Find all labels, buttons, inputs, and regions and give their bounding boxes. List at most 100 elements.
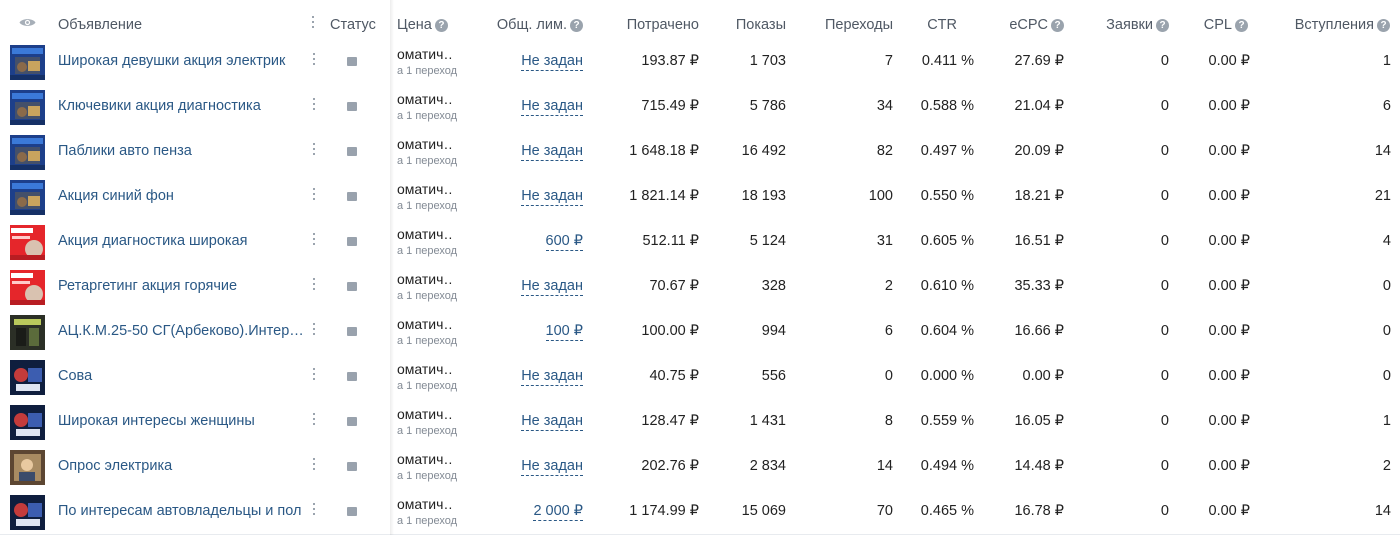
table-row[interactable]: Сова оматич… а 1 переход Не задан 40.75 … xyxy=(0,354,1400,400)
status-stopped-icon[interactable] xyxy=(347,57,357,66)
limit-link[interactable]: Не задан xyxy=(521,264,583,308)
row-menu-icon[interactable] xyxy=(313,368,316,385)
ad-thumbnail[interactable] xyxy=(10,405,45,440)
ecpc-value: 16.51 ₽ xyxy=(1014,233,1064,249)
ad-thumbnail[interactable] xyxy=(10,90,45,125)
table-row[interactable]: Ключевики акция диагностика оматич… а 1 … xyxy=(0,84,1400,130)
limit-link[interactable]: Не задан xyxy=(521,399,583,443)
limit-value[interactable]: Не задан xyxy=(521,413,583,431)
ad-thumbnail[interactable] xyxy=(10,45,45,80)
table-row[interactable]: Паблики авто пенза оматич… а 1 переход Н… xyxy=(0,129,1400,175)
status-stopped-icon[interactable] xyxy=(347,237,357,246)
ecpc-value: 16.66 ₽ xyxy=(1014,323,1064,339)
ad-thumbnail[interactable] xyxy=(10,135,45,170)
leads-value: 0 xyxy=(1160,233,1169,249)
limit-link[interactable]: Не задан xyxy=(521,174,583,218)
row-menu-icon[interactable] xyxy=(313,413,316,430)
row-menu-icon[interactable] xyxy=(313,188,316,205)
table-row[interactable]: Опрос электрика оматич… а 1 переход Не з… xyxy=(0,444,1400,490)
help-icon[interactable]: ? xyxy=(1051,19,1064,32)
limit-value[interactable]: 2 000 ₽ xyxy=(533,503,583,521)
ecpc-value: 0.00 ₽ xyxy=(1022,368,1064,384)
price-value: оматич… xyxy=(397,136,452,152)
cpl-value: 0.00 ₽ xyxy=(1208,368,1250,384)
status-stopped-icon[interactable] xyxy=(347,417,357,426)
limit-value[interactable]: Не задан xyxy=(521,188,583,206)
limit-link[interactable]: 2 000 ₽ xyxy=(533,489,583,533)
ad-name-link[interactable]: Акция синий фон xyxy=(58,174,306,219)
row-menu-icon[interactable] xyxy=(313,53,316,70)
table-row[interactable]: Ретаргетинг акция горячие оматич… а 1 пе… xyxy=(0,264,1400,310)
ad-name-link[interactable]: Ретаргетинг акция горячие xyxy=(58,264,306,309)
table-row[interactable]: По интересам автовладельцы и пол оматич…… xyxy=(0,489,1400,535)
status-stopped-icon[interactable] xyxy=(347,102,357,111)
row-menu-icon[interactable] xyxy=(313,98,316,115)
limit-value[interactable]: Не задан xyxy=(521,458,583,476)
header-cpl-label: CPL xyxy=(1203,17,1232,33)
help-icon[interactable]: ? xyxy=(1377,19,1390,32)
row-menu-icon[interactable] xyxy=(313,458,316,475)
row-menu-icon[interactable] xyxy=(313,278,316,295)
limit-value[interactable]: 100 ₽ xyxy=(545,323,583,341)
impressions-value: 328 xyxy=(761,278,786,294)
help-icon[interactable]: ? xyxy=(1235,19,1248,32)
row-menu-icon[interactable] xyxy=(313,143,316,160)
limit-value[interactable]: Не задан xyxy=(521,53,583,71)
header-limit-label: Общ. лим. xyxy=(496,17,567,33)
ad-thumbnail[interactable] xyxy=(10,315,45,350)
limit-value[interactable]: Не задан xyxy=(521,98,583,116)
help-icon[interactable]: ? xyxy=(434,19,448,32)
ad-thumbnail[interactable] xyxy=(10,225,45,260)
table-row[interactable]: Широкая интересы женщины оматич… а 1 пер… xyxy=(0,399,1400,445)
status-stopped-icon[interactable] xyxy=(347,507,357,516)
row-menu-icon[interactable] xyxy=(313,233,316,250)
ctr-value: 0.559 % xyxy=(920,413,974,429)
status-stopped-icon[interactable] xyxy=(347,192,357,201)
ad-name-link[interactable]: Широкая девушки акция электрик xyxy=(58,39,306,84)
limit-link[interactable]: Не задан xyxy=(521,39,583,83)
ad-name-link[interactable]: По интересам автовладельцы и пол xyxy=(58,489,306,534)
limit-link[interactable]: Не задан xyxy=(521,444,583,488)
row-menu-icon[interactable] xyxy=(313,503,316,520)
header-ecpc-label: eCPC xyxy=(1009,17,1048,33)
help-icon[interactable]: ? xyxy=(570,19,583,32)
help-icon[interactable]: ? xyxy=(1156,19,1169,32)
ad-thumbnail[interactable] xyxy=(10,180,45,215)
table-row[interactable]: Широкая девушки акция электрик оматич… а… xyxy=(0,39,1400,85)
status-stopped-icon[interactable] xyxy=(347,462,357,471)
ad-name-link[interactable]: Ключевики акция диагностика xyxy=(58,84,306,129)
row-menu-icon[interactable] xyxy=(313,323,316,340)
limit-link[interactable]: 600 ₽ xyxy=(545,219,583,263)
status-stopped-icon[interactable] xyxy=(347,372,357,381)
limit-link[interactable]: 100 ₽ xyxy=(545,309,583,353)
limit-link[interactable]: Не задан xyxy=(521,129,583,173)
ad-name-link[interactable]: Сова xyxy=(58,354,306,399)
table-row[interactable]: Акция синий фон оматич… а 1 переход Не з… xyxy=(0,174,1400,220)
ad-name-link[interactable]: Широкая интересы женщины xyxy=(58,399,306,444)
ad-name-link[interactable]: Акция диагностика широкая xyxy=(58,219,306,264)
price-value: оматич… xyxy=(397,271,452,287)
eye-icon[interactable] xyxy=(19,17,36,28)
limit-link[interactable]: Не задан xyxy=(521,354,583,398)
limit-value[interactable]: Не задан xyxy=(521,368,583,386)
price-value: оматич… xyxy=(397,181,452,197)
status-stopped-icon[interactable] xyxy=(347,327,357,336)
ad-thumbnail[interactable] xyxy=(10,450,45,485)
status-stopped-icon[interactable] xyxy=(347,282,357,291)
ad-name-link[interactable]: АЦ.К.М.25-50 СГ(Арбеково).Интересы xyxy=(58,309,306,354)
limit-value[interactable]: 600 ₽ xyxy=(545,233,583,251)
table-row[interactable]: Акция диагностика широкая оматич… а 1 пе… xyxy=(0,219,1400,265)
ad-name-link[interactable]: Паблики авто пенза xyxy=(58,129,306,174)
ad-thumbnail[interactable] xyxy=(10,495,45,530)
table-row[interactable]: АЦ.К.М.25-50 СГ(Арбеково).Интересы омати… xyxy=(0,309,1400,355)
spent-value: 512.11 ₽ xyxy=(642,233,699,249)
ctr-value: 0.605 % xyxy=(920,233,974,249)
limit-value[interactable]: Не задан xyxy=(521,143,583,161)
ad-thumbnail[interactable] xyxy=(10,270,45,305)
status-stopped-icon[interactable] xyxy=(347,147,357,156)
ad-name-link[interactable]: Опрос электрика xyxy=(58,444,306,489)
ad-thumbnail[interactable] xyxy=(10,360,45,395)
column-resize-handle[interactable] xyxy=(312,16,315,33)
limit-link[interactable]: Не задан xyxy=(521,84,583,128)
limit-value[interactable]: Не задан xyxy=(521,278,583,296)
